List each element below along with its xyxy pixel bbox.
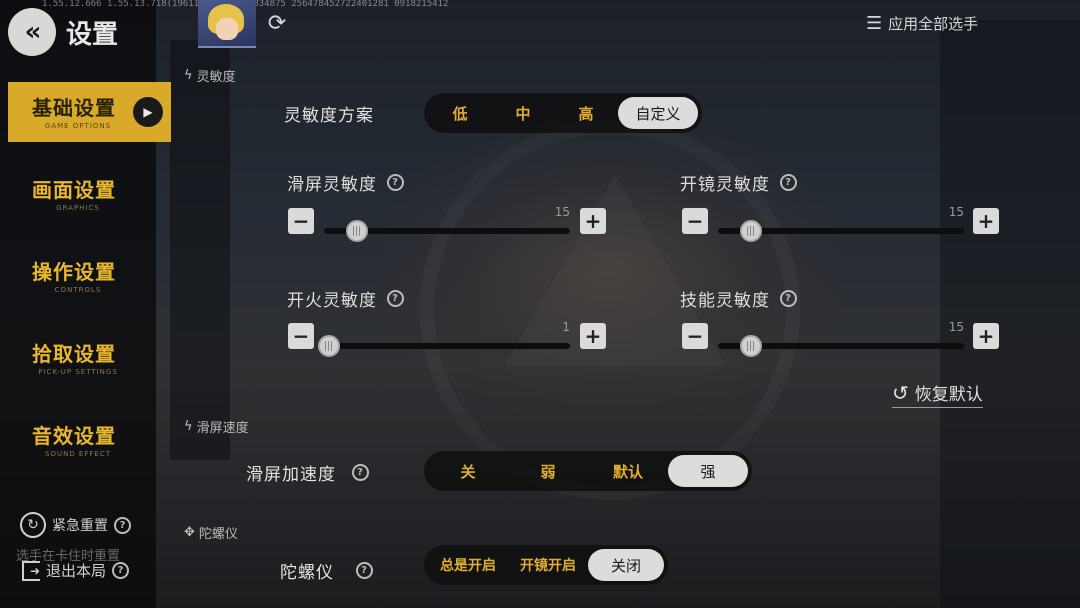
fire-sensitivity-plus-button[interactable]: + (580, 323, 606, 349)
sidebar-item-controls[interactable]: 操作设置 CONTROLS (8, 246, 170, 306)
sidebar-item-graphics[interactable]: 画面设置 GRAPHICS (8, 164, 170, 224)
scope-sensitivity-value: 15 (948, 205, 964, 219)
swipe-sensitivity-label: 滑屏灵敏度 ? (287, 170, 404, 195)
help-icon[interactable]: ? (387, 290, 404, 307)
help-icon[interactable]: ? (112, 562, 130, 579)
gyro-row-label: 陀螺仪 ? (280, 558, 373, 583)
sidebar-item-sub: GAME OPTIONS (44, 122, 112, 130)
scheme-option-custom[interactable]: 自定义 (618, 97, 698, 129)
page-title: 设置 (66, 20, 119, 50)
scheme-option-high[interactable]: 高 (554, 97, 618, 129)
lightning-icon: ϟ (184, 68, 193, 83)
swipe-accel-row-label: 滑屏加速度 ? (246, 460, 369, 485)
sidebar-item-label: 基础设置 (32, 96, 116, 120)
exit-match-label: 退出本局 (46, 562, 107, 580)
restore-default-label: 恢复默认 (914, 385, 983, 405)
skill-sensitivity-slider[interactable] (718, 335, 964, 357)
scheme-option-mid[interactable]: 中 (492, 97, 554, 129)
scope-sensitivity-plus-button[interactable]: + (973, 208, 999, 234)
skill-sensitivity-plus-button[interactable]: + (973, 323, 999, 349)
double-chevron-left-icon: « (24, 17, 42, 47)
fire-sensitivity-slider[interactable] (318, 335, 570, 357)
swipe-sensitivity-plus-button[interactable]: + (580, 208, 606, 234)
gyro-option-off[interactable]: 关闭 (588, 549, 664, 581)
list-icon: ☰ (866, 12, 883, 34)
exit-match-button[interactable]: ➜ 退出本局 ? (22, 560, 130, 581)
scheme-option-low[interactable]: 低 (428, 97, 492, 129)
apply-all-label: 应用全部选手 (888, 15, 979, 33)
swipe-sensitivity-minus-button[interactable]: − (288, 208, 314, 234)
sidebar-item-sub: SOUND EFFECT (45, 450, 111, 458)
sidebar-item-label: 操作设置 (32, 260, 116, 284)
sidebar-item-label: 音效设置 (32, 424, 116, 448)
accel-option-weak[interactable]: 弱 (508, 455, 588, 487)
sidebar-item-label: 拾取设置 (32, 342, 116, 366)
sidebar-item-sound[interactable]: 音效设置 SOUND EFFECT (8, 410, 170, 470)
gyro-option-always[interactable]: 总是开启 (428, 549, 508, 581)
lightning-icon: ϟ (184, 419, 193, 434)
slider-knob[interactable] (318, 335, 340, 357)
scope-sensitivity-minus-button[interactable]: − (682, 208, 708, 234)
fire-sensitivity-value: 1 (562, 320, 570, 334)
character-avatar[interactable] (198, 0, 256, 48)
help-icon[interactable]: ? (780, 290, 797, 307)
swipe-sensitivity-slider[interactable] (324, 220, 570, 242)
restore-icon: ↺ (892, 380, 909, 405)
skill-sensitivity-label: 技能灵敏度 ? (680, 286, 797, 311)
sidebar-item-sub: GRAPHICS (56, 204, 100, 212)
accel-option-default[interactable]: 默认 (588, 455, 668, 487)
help-icon[interactable]: ? (114, 516, 131, 534)
accel-option-strong[interactable]: 强 (668, 455, 748, 487)
fire-sensitivity-label: 开火灵敏度 ? (287, 286, 404, 311)
swipe-accel-selector: 关 弱 默认 强 (424, 451, 752, 491)
sidebar-item-sub: CONTROLS (54, 286, 102, 294)
reset-icon: ↻ (20, 512, 46, 538)
emergency-reset-button[interactable]: ↻ 紧急重置 ? (20, 512, 131, 538)
apply-all-button[interactable]: ☰ 应用全部选手 (866, 13, 978, 34)
scheme-label: 灵敏度方案 (284, 106, 374, 126)
section-swipe-speed: ϟ 滑屏速度 (184, 419, 249, 436)
scope-sensitivity-slider[interactable] (718, 220, 964, 242)
sidebar-item-game-options[interactable]: 基础设置 GAME OPTIONS ▶ (8, 82, 171, 142)
accel-option-off[interactable]: 关 (428, 455, 508, 487)
help-icon[interactable]: ? (387, 174, 404, 191)
sidebar-item-label: 画面设置 (32, 178, 116, 202)
section-sensitivity: ϟ 灵敏度 (184, 68, 236, 85)
sidebar: « 设置 基础设置 GAME OPTIONS ▶ 画面设置 GRAPHICS 操… (0, 0, 171, 608)
section-gyro: ✥ 陀螺仪 (184, 525, 238, 542)
gyro-selector: 总是开启 开镜开启 关闭 (424, 545, 668, 585)
refresh-icon[interactable]: ⟳ (264, 10, 290, 36)
scope-sensitivity-label: 开镜灵敏度 ? (680, 170, 797, 195)
sensitivity-scheme-selector: 低 中 高 自定义 (424, 93, 702, 133)
gyro-option-scope[interactable]: 开镜开启 (508, 549, 588, 581)
swipe-sensitivity-value: 15 (554, 205, 570, 219)
exit-icon: ➜ (22, 560, 40, 581)
restore-default-button[interactable]: ↺ 恢复默认 (892, 380, 983, 408)
play-arrow-icon: ▶ (133, 97, 163, 127)
help-icon[interactable]: ? (780, 174, 797, 191)
emergency-reset-label: 紧急重置 (52, 518, 108, 534)
help-icon[interactable]: ? (352, 464, 369, 481)
skill-sensitivity-value: 15 (948, 320, 964, 334)
back-button[interactable]: « (8, 8, 56, 56)
skill-sensitivity-minus-button[interactable]: − (682, 323, 708, 349)
sidebar-item-pickup[interactable]: 拾取设置 PICK-UP SETTINGS (8, 328, 170, 388)
gyro-icon: ✥ (184, 525, 195, 540)
sidebar-item-sub: PICK-UP SETTINGS (38, 368, 118, 376)
fire-sensitivity-minus-button[interactable]: − (288, 323, 314, 349)
help-icon[interactable]: ? (356, 562, 373, 579)
